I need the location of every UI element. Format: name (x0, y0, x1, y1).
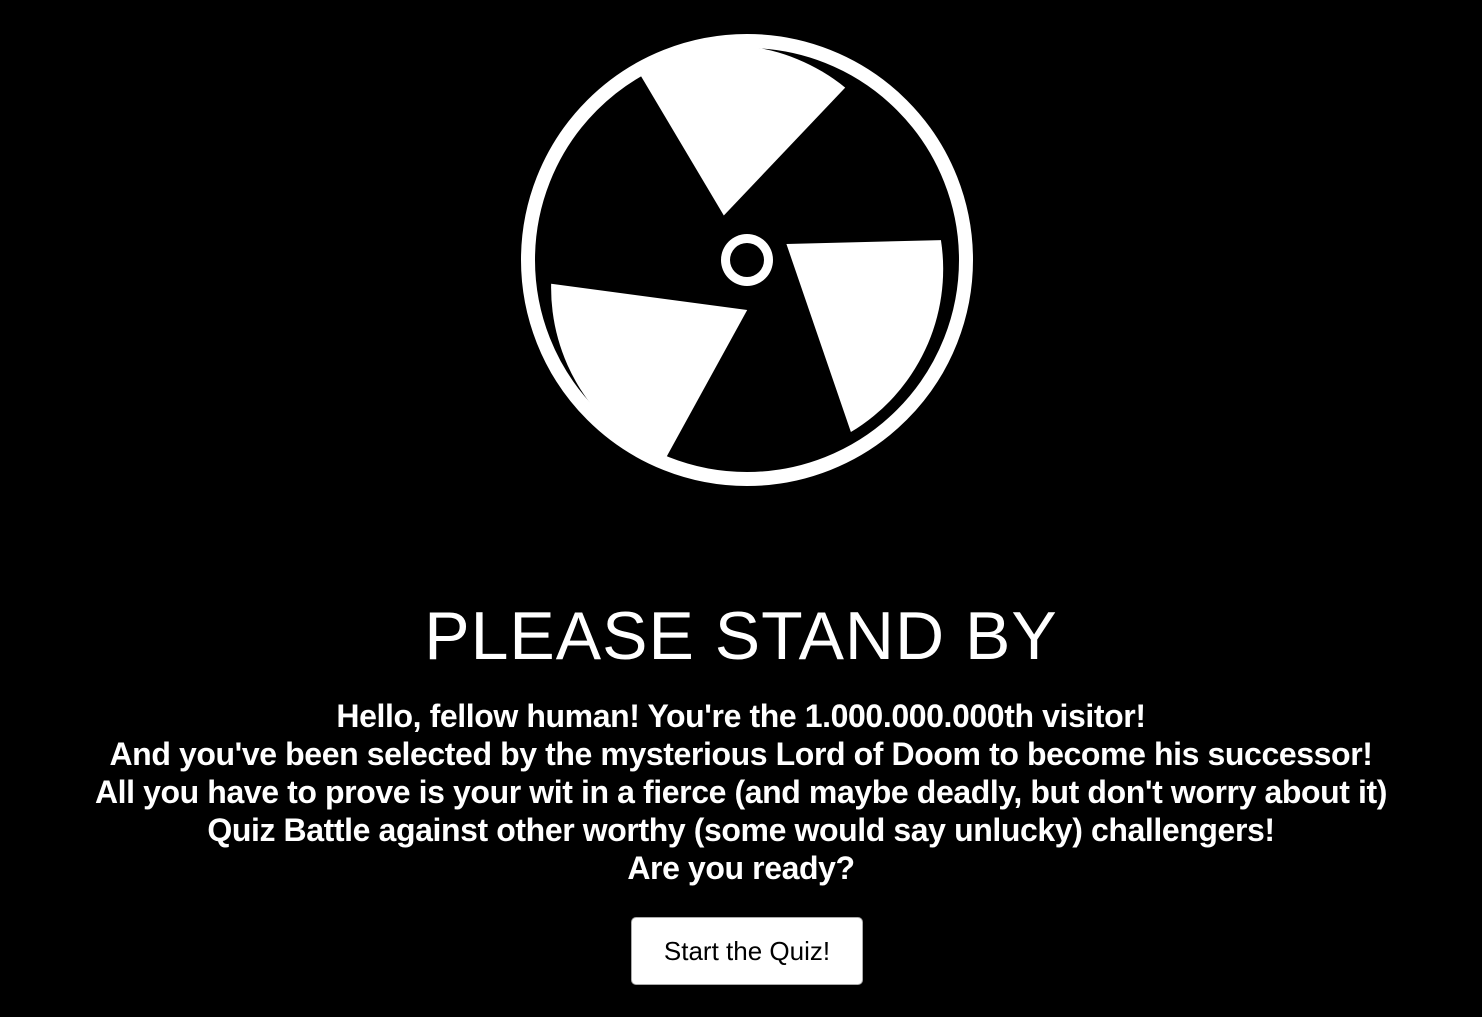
intro-line: All you have to prove is your wit in a f… (94, 774, 1388, 810)
intro-line: And you've been selected by the mysterio… (109, 736, 1373, 772)
start-quiz-button[interactable]: Start the Quiz! (631, 917, 863, 985)
page-title: PLEASE STAND BY (424, 598, 1058, 674)
standby-screen: PLEASE STAND BY Hello, fellow human! You… (0, 0, 1482, 1017)
intro-line: Are you ready? (627, 850, 855, 886)
intro-line: Hello, fellow human! You're the 1.000.00… (336, 698, 1146, 734)
intro-message: Hello, fellow human! You're the 1.000.00… (0, 697, 1482, 887)
intro-line: Quiz Battle against other worthy (some w… (207, 812, 1275, 848)
radiation-icon (521, 34, 973, 486)
